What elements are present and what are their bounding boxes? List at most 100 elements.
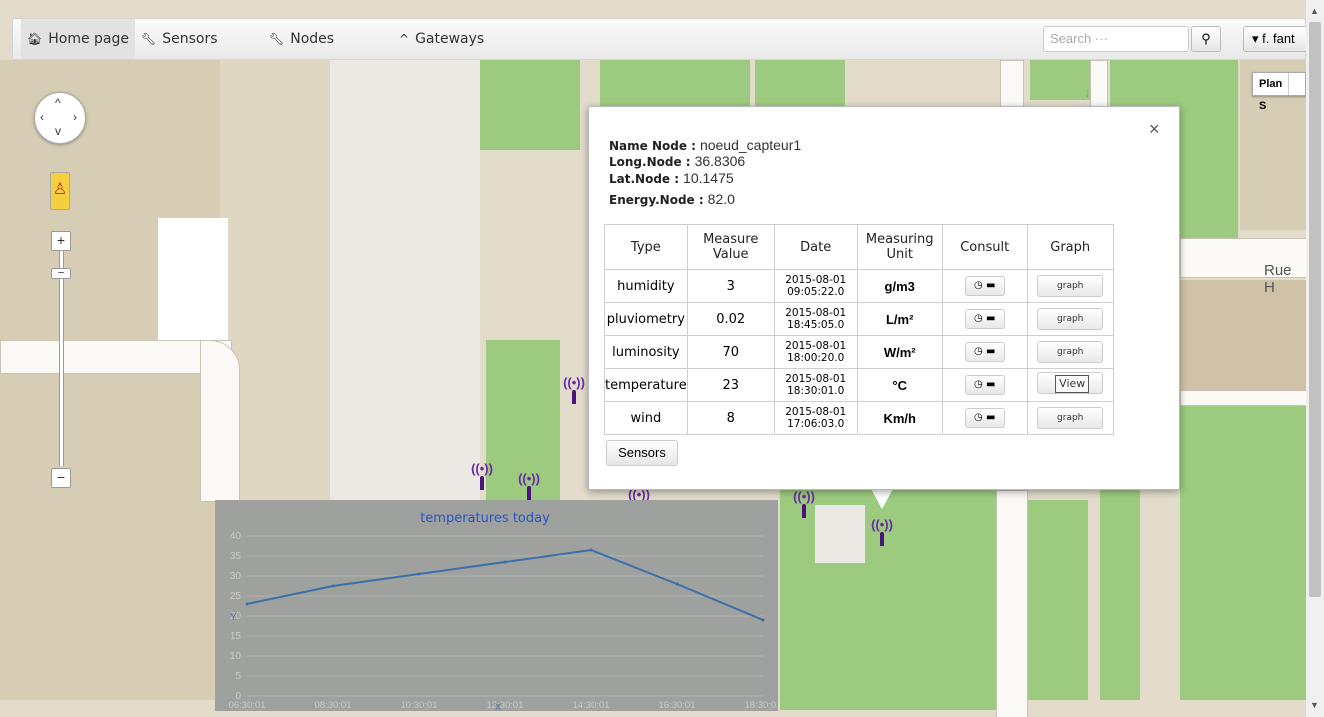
sensors-button[interactable]: Sensors [606,440,678,466]
scroll-up-icon[interactable]: ▲ [1310,6,1319,16]
data-point [417,572,421,576]
folder-icon: ▬ [985,346,996,357]
consult-button[interactable]: ◷ ▬ [964,276,1005,296]
graph-button[interactable]: graph [1037,341,1104,363]
x-axis-label: X [495,702,501,711]
x-tick-label: 14:30:01 [573,700,610,711]
page-scrollbar[interactable]: ▲ ▼ [1306,0,1324,717]
cell-value: 23 [686,368,775,402]
street-view-pegman-icon[interactable]: ♙ [50,172,70,210]
map-park [600,60,750,110]
time: 18:45:05.0 [787,319,845,331]
nav-nodes[interactable]: 🔧︎ Nodes [269,19,334,59]
nav-sensors[interactable]: 🔧︎ Sensors [141,19,218,59]
cell-type: luminosity [604,335,688,369]
close-icon[interactable]: × [1149,119,1160,140]
nav-label: Home page [48,31,129,47]
data-point [245,602,249,606]
graph-button[interactable]: graph [1037,407,1104,429]
y-axis-label: Y [230,612,237,623]
name-node-value: noeud_capteur1 [699,137,802,153]
date: 2015-08-01 [785,373,847,385]
view-tooltip: View [1055,375,1090,393]
date: 2015-08-01 [785,340,847,352]
table-row: temperature 23 2015-08-01 18:30:01.0 °C ◷… [604,368,1114,402]
sensor-antenna-icon[interactable]: ((•)) [786,490,822,518]
node-info-popup: × Name Node : noeud_capteur1 Long.Node :3… [588,106,1180,490]
cell-graph: graph [1026,335,1114,369]
scroll-thumb[interactable] [1309,22,1321,597]
sensor-antenna-icon[interactable]: ((•)) [864,518,900,546]
header-graph: Graph [1026,224,1114,270]
cell-date: 2015-08-01 18:30:01.0 [773,368,858,402]
pan-up-icon[interactable]: ^ [55,97,61,109]
map-type-plan-button[interactable]: Plan [1253,73,1290,95]
header-measure-value: Measure Value [686,224,775,270]
y-tick-label: 35 [230,551,242,562]
folder-icon: ▬ [985,412,996,423]
cell-graph: View [1026,368,1114,402]
clock-icon: ◷ [974,379,983,390]
lat-node-value: 10.1475 [683,170,734,186]
table-row: luminosity 70 2015-08-01 18:00:20.0 W/m² … [604,335,1114,369]
y-tick-label: 30 [230,571,242,582]
search-input[interactable]: Search ··· [1043,26,1189,52]
pan-right-icon[interactable]: › [73,111,77,123]
consult-button[interactable]: ◷ ▬ [964,342,1005,362]
map-park [1180,400,1306,700]
zoom-out-button[interactable]: − [51,468,71,488]
pan-control[interactable]: ^ ‹ › v [34,92,86,144]
map-road [0,340,232,374]
folder-icon: ▬ [985,379,996,390]
name-node-label: Name Node : [609,139,696,153]
pan-down-icon[interactable]: v [55,125,61,137]
cell-consult: ◷ ▬ [941,302,1028,336]
cell-type: pluviometry [604,302,688,336]
x-tick-label: 08:30:01 [315,700,352,711]
user-menu-button[interactable]: ▾ f. fant [1243,26,1306,52]
sensor-antenna-icon[interactable]: ((•)) [464,462,500,490]
y-tick-label: 5 [235,671,241,682]
clock-icon: ◷ [974,412,983,423]
table-row: pluviometry 0.02 2015-08-01 18:45:05.0 L/… [604,302,1114,336]
search-icon: ⚲ [1201,31,1211,46]
zoom-slider-handle[interactable]: – [51,268,71,279]
direction-arrow-icon: ↓ [1084,84,1091,100]
cell-consult: ◷ ▬ [941,401,1028,435]
scroll-down-icon[interactable]: ▼ [1310,700,1319,710]
clock-icon: ◷ [974,280,983,291]
sensor-antenna-icon[interactable]: ((•)) [556,376,592,404]
cell-value: 8 [686,401,775,435]
cell-value: 0.02 [686,302,775,336]
time: 17:06:03.0 [787,418,845,430]
data-point [331,584,335,588]
pan-left-icon[interactable]: ‹ [40,111,44,123]
graph-button[interactable]: graph [1037,308,1104,330]
x-tick-label: 16:30:01 [659,700,696,711]
graph-button[interactable]: graph [1037,275,1104,297]
map-building [330,60,480,500]
time: 18:00:20.0 [787,352,845,364]
table-row: humidity 3 2015-08-01 09:05:22.0 g/m3 ◷ ▬… [604,269,1114,303]
zoom-in-button[interactable]: + [51,231,71,251]
long-node-label: Long.Node : [609,155,691,169]
consult-button[interactable]: ◷ ▬ [964,375,1005,395]
search-button[interactable]: ⚲ [1191,26,1221,52]
nav-gateways[interactable]: ^ Gateways [399,19,484,59]
x-tick-label: 06:30:01 [229,700,266,711]
nav-home-page[interactable]: 🏠︎ Home page [21,19,135,59]
node-energy-row: Energy.Node :82.0 [609,191,735,207]
map-type-satellite-button[interactable]: S [1253,95,1272,117]
cell-consult: ◷ ▬ [941,335,1028,369]
graph-button[interactable]: View [1037,372,1104,394]
consult-button[interactable]: ◷ ▬ [964,408,1005,428]
map-park [1028,500,1088,700]
folder-icon: ▬ [985,280,996,291]
sensor-antenna-icon[interactable]: ((•)) [511,472,547,500]
map-park [1030,60,1090,100]
consult-button[interactable]: ◷ ▬ [964,309,1005,329]
cell-unit: W/m² [856,335,943,369]
zoom-slider-track[interactable] [59,251,64,466]
cell-date: 2015-08-01 18:45:05.0 [773,302,858,336]
map-type-control[interactable]: PlanS [1252,72,1306,112]
